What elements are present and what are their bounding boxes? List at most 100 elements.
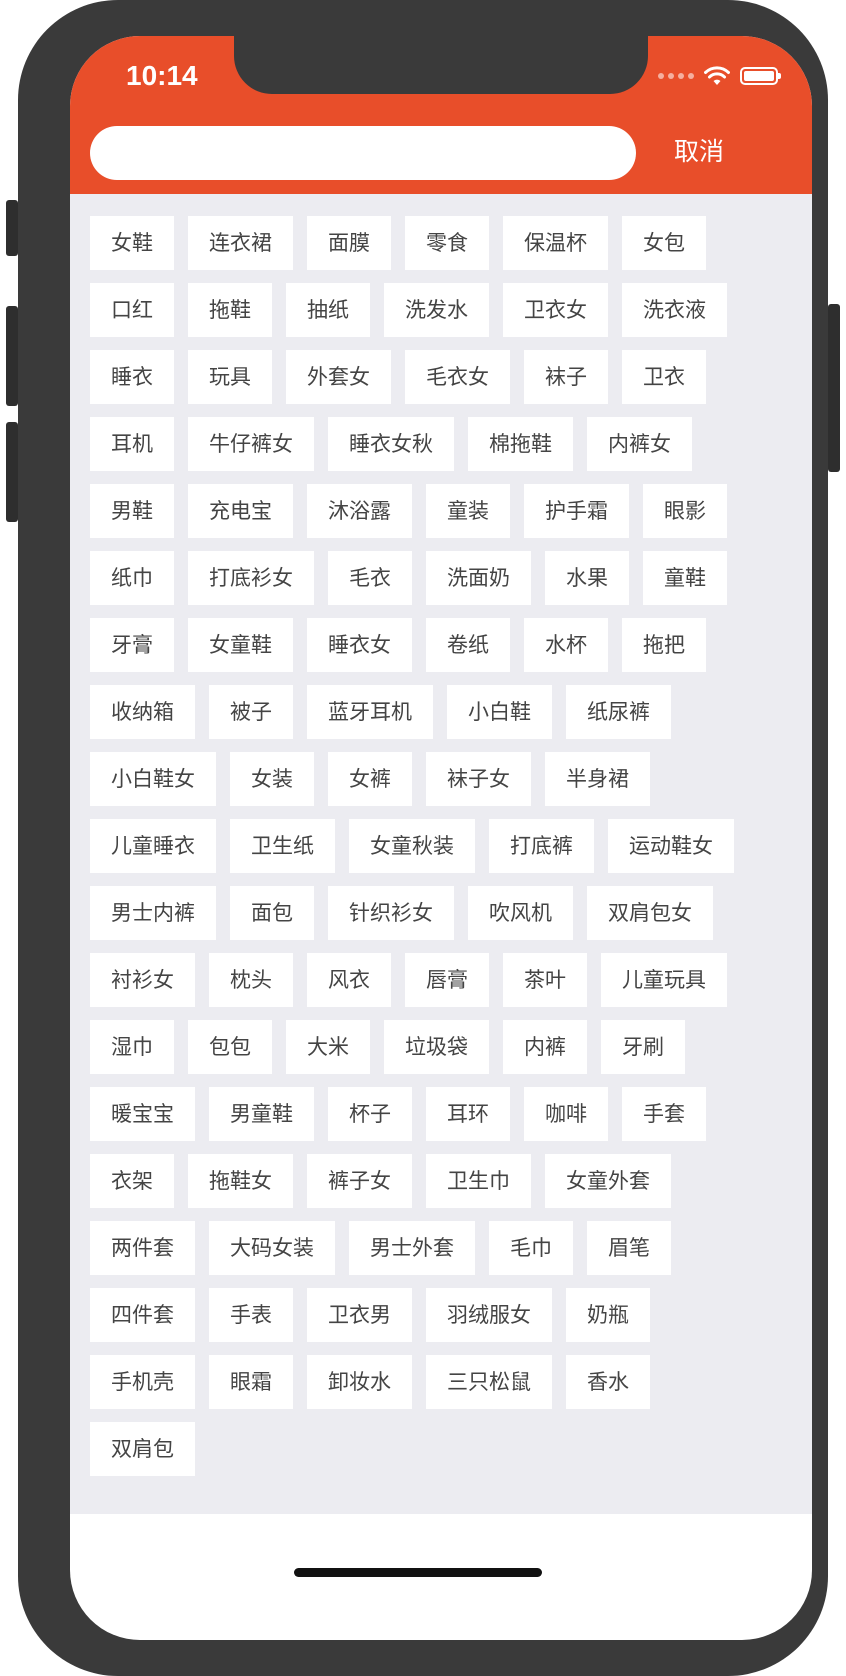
search-tag[interactable]: 杯子: [328, 1087, 412, 1141]
search-tag[interactable]: 面膜: [307, 216, 391, 270]
search-tag[interactable]: 卫生巾: [426, 1154, 531, 1208]
search-tag[interactable]: 衣架: [90, 1154, 174, 1208]
search-tag[interactable]: 双肩包女: [587, 886, 713, 940]
search-tag[interactable]: 半身裙: [545, 752, 650, 806]
search-tag[interactable]: 面包: [230, 886, 314, 940]
search-tag[interactable]: 口红: [90, 283, 174, 337]
search-tag[interactable]: 运动鞋女: [608, 819, 734, 873]
search-tag[interactable]: 大米: [286, 1020, 370, 1074]
search-tag[interactable]: 衬衫女: [90, 953, 195, 1007]
search-tag[interactable]: 大码女装: [209, 1221, 335, 1275]
search-input[interactable]: [90, 126, 636, 180]
search-tag[interactable]: 女童鞋: [188, 618, 293, 672]
search-tag[interactable]: 奶瓶: [566, 1288, 650, 1342]
search-tag[interactable]: 拖把: [622, 618, 706, 672]
search-tag[interactable]: 洗发水: [384, 283, 489, 337]
search-tag[interactable]: 洗面奶: [426, 551, 531, 605]
search-tag[interactable]: 牙膏: [90, 618, 174, 672]
search-tag[interactable]: 卫生纸: [230, 819, 335, 873]
home-indicator[interactable]: [294, 1568, 542, 1577]
search-tag[interactable]: 睡衣: [90, 350, 174, 404]
search-tag[interactable]: 女装: [230, 752, 314, 806]
search-tag[interactable]: 卸妆水: [307, 1355, 412, 1409]
search-tag[interactable]: 被子: [209, 685, 293, 739]
search-tag[interactable]: 毛巾: [489, 1221, 573, 1275]
search-tag[interactable]: 童装: [426, 484, 510, 538]
search-tag[interactable]: 眼霜: [209, 1355, 293, 1409]
search-tag[interactable]: 茶叶: [503, 953, 587, 1007]
search-tag[interactable]: 手表: [209, 1288, 293, 1342]
search-tag[interactable]: 裤子女: [307, 1154, 412, 1208]
search-tag[interactable]: 三只松鼠: [426, 1355, 552, 1409]
search-tag[interactable]: 打底衫女: [188, 551, 314, 605]
search-tag[interactable]: 两件套: [90, 1221, 195, 1275]
search-tag[interactable]: 卫衣女: [503, 283, 608, 337]
search-tag[interactable]: 男鞋: [90, 484, 174, 538]
search-tag[interactable]: 水杯: [524, 618, 608, 672]
search-tag[interactable]: 水果: [545, 551, 629, 605]
search-tag[interactable]: 洗衣液: [622, 283, 727, 337]
search-tag[interactable]: 袜子女: [426, 752, 531, 806]
search-tag[interactable]: 袜子: [524, 350, 608, 404]
search-tag[interactable]: 充电宝: [188, 484, 293, 538]
search-tag[interactable]: 男童鞋: [209, 1087, 314, 1141]
search-tag[interactable]: 牛仔裤女: [188, 417, 314, 471]
search-tag[interactable]: 针织衫女: [328, 886, 454, 940]
search-tag[interactable]: 垃圾袋: [384, 1020, 489, 1074]
search-tag[interactable]: 咖啡: [524, 1087, 608, 1141]
search-tag[interactable]: 耳环: [426, 1087, 510, 1141]
search-tag[interactable]: 打底裤: [489, 819, 594, 873]
search-tag[interactable]: 女裤: [328, 752, 412, 806]
search-tag[interactable]: 卷纸: [426, 618, 510, 672]
search-tag[interactable]: 保温杯: [503, 216, 608, 270]
search-tag[interactable]: 纸巾: [90, 551, 174, 605]
search-tag[interactable]: 零食: [405, 216, 489, 270]
search-tag[interactable]: 四件套: [90, 1288, 195, 1342]
search-tag[interactable]: 童鞋: [643, 551, 727, 605]
search-tag[interactable]: 女童外套: [545, 1154, 671, 1208]
search-tag[interactable]: 内裤: [503, 1020, 587, 1074]
search-tag[interactable]: 眉笔: [587, 1221, 671, 1275]
search-tag[interactable]: 双肩包: [90, 1422, 195, 1476]
search-tag[interactable]: 沐浴露: [307, 484, 412, 538]
search-tag[interactable]: 毛衣: [328, 551, 412, 605]
search-tag[interactable]: 暖宝宝: [90, 1087, 195, 1141]
search-tag[interactable]: 卫衣男: [307, 1288, 412, 1342]
search-tag[interactable]: 枕头: [209, 953, 293, 1007]
search-tag[interactable]: 拖鞋女: [188, 1154, 293, 1208]
search-tag[interactable]: 湿巾: [90, 1020, 174, 1074]
search-tag[interactable]: 蓝牙耳机: [307, 685, 433, 739]
search-tag[interactable]: 小白鞋女: [90, 752, 216, 806]
search-tag[interactable]: 拖鞋: [188, 283, 272, 337]
search-tag[interactable]: 女鞋: [90, 216, 174, 270]
search-tag[interactable]: 香水: [566, 1355, 650, 1409]
search-tag[interactable]: 棉拖鞋: [468, 417, 573, 471]
search-tag[interactable]: 毛衣女: [405, 350, 510, 404]
search-tag[interactable]: 包包: [188, 1020, 272, 1074]
search-tag[interactable]: 小白鞋: [447, 685, 552, 739]
search-tag[interactable]: 耳机: [90, 417, 174, 471]
search-tag[interactable]: 手机壳: [90, 1355, 195, 1409]
search-tag[interactable]: 男士外套: [349, 1221, 475, 1275]
search-tag[interactable]: 连衣裙: [188, 216, 293, 270]
search-tag[interactable]: 风衣: [307, 953, 391, 1007]
search-tag[interactable]: 收纳箱: [90, 685, 195, 739]
search-tag[interactable]: 儿童睡衣: [90, 819, 216, 873]
search-tag[interactable]: 纸尿裤: [566, 685, 671, 739]
search-tag[interactable]: 眼影: [643, 484, 727, 538]
search-tag[interactable]: 儿童玩具: [601, 953, 727, 1007]
search-tag[interactable]: 手套: [622, 1087, 706, 1141]
search-tag[interactable]: 抽纸: [286, 283, 370, 337]
search-tag[interactable]: 吹风机: [468, 886, 573, 940]
search-tag[interactable]: 玩具: [188, 350, 272, 404]
search-tag[interactable]: 护手霜: [524, 484, 629, 538]
search-tag[interactable]: 唇膏: [405, 953, 489, 1007]
cancel-button[interactable]: 取消: [674, 132, 724, 168]
search-tag[interactable]: 男士内裤: [90, 886, 216, 940]
search-tag[interactable]: 睡衣女: [307, 618, 412, 672]
search-tag[interactable]: 内裤女: [587, 417, 692, 471]
search-tag[interactable]: 牙刷: [601, 1020, 685, 1074]
search-tag[interactable]: 女包: [622, 216, 706, 270]
search-tag[interactable]: 卫衣: [622, 350, 706, 404]
search-tag[interactable]: 睡衣女秋: [328, 417, 454, 471]
